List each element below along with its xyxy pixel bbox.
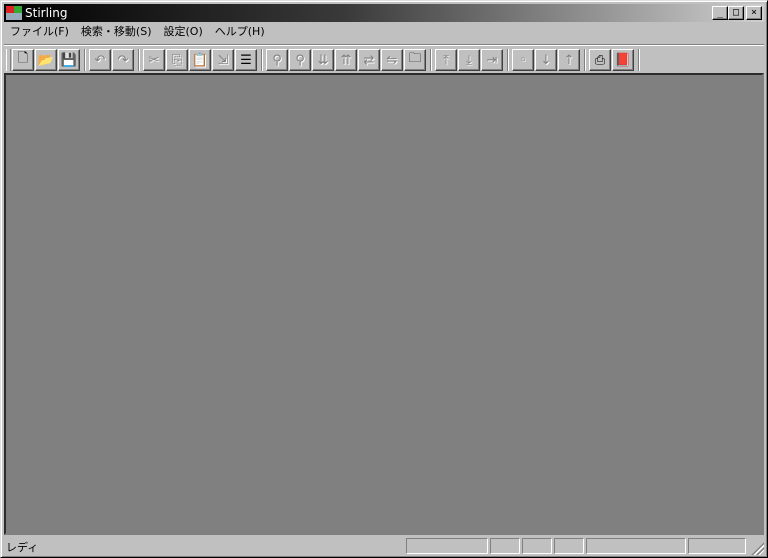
print-button[interactable]: ⎙ (589, 49, 611, 71)
jump-folder-icon: 🗀 (408, 51, 422, 66)
move-address-icon: ⇥ (486, 52, 498, 68)
close-button[interactable]: × (746, 6, 762, 20)
compare-button[interactable]: ⇋ (381, 49, 403, 71)
find-hex-icon: ⚲ (295, 52, 305, 68)
paste-special-icon: ⇲ (217, 52, 229, 68)
replace-icon: ⇄ (363, 52, 375, 68)
move-bottom-icon: ⤓ (466, 52, 472, 68)
new-doc-icon: 🗋 (17, 51, 29, 66)
toolbar-separator (584, 49, 586, 71)
cut-button[interactable]: ✂ (143, 49, 165, 71)
menu-help[interactable]: ヘルプ(H) (209, 24, 271, 40)
find-prev-icon: ⇈ (340, 52, 352, 68)
maximize-button[interactable]: □ (728, 6, 744, 20)
status-panel-3 (522, 538, 552, 554)
floppy-disk-icon: 💾 (60, 52, 78, 68)
menu-settings[interactable]: 設定(O) (158, 24, 209, 40)
list-button[interactable]: ☰ (235, 49, 257, 71)
help-button[interactable]: 📕 (612, 49, 634, 71)
toolbar-separator (138, 49, 140, 71)
redo-icon: ↷ (117, 52, 129, 68)
new-file-button[interactable]: 🗋 (12, 49, 34, 71)
scissors-icon: ✂ (148, 52, 160, 68)
status-bar: レディ (4, 537, 764, 555)
jump-button[interactable]: 🗀 (404, 49, 426, 71)
toolbar-separator (261, 49, 263, 71)
marker-down-button[interactable]: ↓ (535, 49, 557, 71)
open-file-button[interactable]: 📂 (35, 49, 57, 71)
find-prev-button[interactable]: ⇈ (335, 49, 357, 71)
find-hex-button[interactable]: ⚲ (289, 49, 311, 71)
paste-special-button[interactable]: ⇲ (212, 49, 234, 71)
status-panel-4 (554, 538, 584, 554)
copy-icon: ⎘ (171, 52, 183, 68)
binoculars-icon: ⚲ (272, 52, 282, 68)
find-next-button[interactable]: ⇊ (312, 49, 334, 71)
marker-up-icon: ↑ (563, 52, 575, 68)
move-top-icon: ⤒ (443, 52, 449, 68)
move-address-button[interactable]: ⇥ (481, 49, 503, 71)
toolbar-separator (638, 49, 640, 71)
app-icon[interactable] (6, 6, 22, 20)
undo-icon: ↶ (94, 52, 106, 68)
marker-up-button[interactable]: ↑ (558, 49, 580, 71)
paste-button[interactable]: 📋 (189, 49, 211, 71)
mdi-workspace[interactable] (4, 73, 764, 535)
move-top-button[interactable]: ⤒ (435, 49, 457, 71)
status-panel-1 (406, 538, 488, 554)
toolbar-separator (430, 49, 432, 71)
toolbar: 🗋 📂 💾 ↶ ↷ ✂ ⎘ 📋 ⇲ ☰ ⚲ ⚲ ⇊ ⇈ ⇄ ⇋ 🗀 ⤒ ⤓ ⇥ … (4, 44, 764, 73)
move-bottom-button[interactable]: ⤓ (458, 49, 480, 71)
toolbar-separator (84, 49, 86, 71)
title-bar[interactable]: Stirling _ □ × (4, 4, 764, 22)
status-panel-2 (490, 538, 520, 554)
find-button[interactable]: ⚲ (266, 49, 288, 71)
status-text: レディ (6, 541, 39, 554)
marker-down-icon: ↓ (540, 52, 552, 68)
list-icon: ☰ (240, 52, 252, 68)
printer-icon: ⎙ (594, 52, 606, 68)
minimize-button[interactable]: _ (712, 6, 728, 20)
window-title: Stirling (25, 6, 68, 20)
copy-button[interactable]: ⎘ (166, 49, 188, 71)
resize-grip-icon[interactable] (750, 541, 764, 555)
compare-icon: ⇋ (386, 52, 398, 68)
menu-bar: ファイル(F) 検索・移動(S) 設定(O) ヘルプ(H) (4, 23, 764, 41)
marker-button[interactable]: ◦ (512, 49, 534, 71)
help-book-icon: 📕 (614, 52, 632, 68)
status-panel-6 (688, 538, 746, 554)
redo-button[interactable]: ↷ (112, 49, 134, 71)
find-next-icon: ⇊ (317, 52, 329, 68)
toolbar-separator (507, 49, 509, 71)
undo-button[interactable]: ↶ (89, 49, 111, 71)
paste-icon: 📋 (191, 52, 209, 68)
toolbar-grip[interactable] (6, 49, 11, 71)
open-folder-icon: 📂 (37, 52, 55, 68)
menu-search-move[interactable]: 検索・移動(S) (75, 24, 158, 40)
save-file-button[interactable]: 💾 (58, 49, 80, 71)
caption-buttons: _ □ × (712, 6, 762, 20)
marker-icon: ◦ (519, 52, 527, 68)
status-panel-5 (586, 538, 686, 554)
menu-file[interactable]: ファイル(F) (4, 24, 75, 40)
replace-button[interactable]: ⇄ (358, 49, 380, 71)
app-window: Stirling _ □ × ファイル(F) 検索・移動(S) 設定(O) ヘル… (0, 0, 768, 558)
